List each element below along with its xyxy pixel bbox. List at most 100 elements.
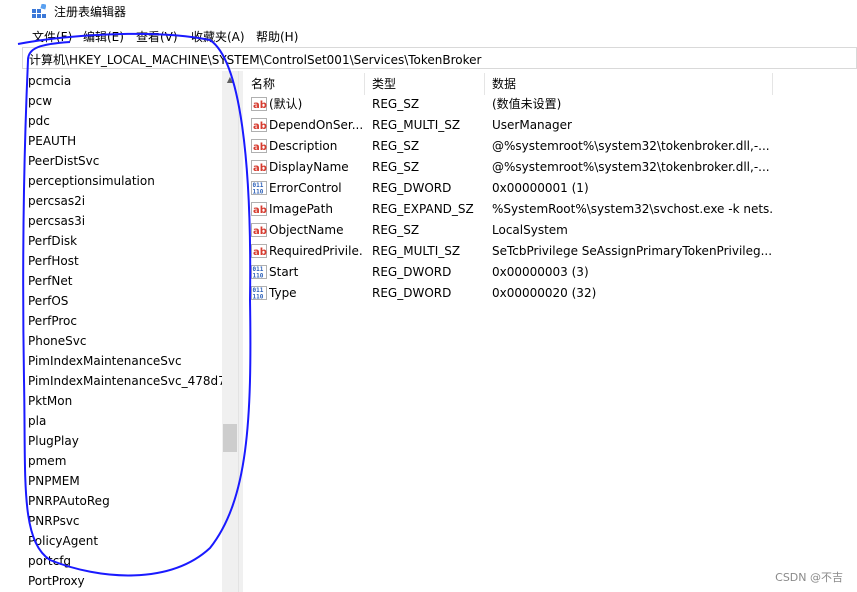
tree-item[interactable]: perceptionsimulation [28, 171, 155, 191]
svg-text:ab: ab [253, 121, 267, 132]
value-data: 0x00000003 (3) [492, 265, 589, 279]
binary-value-icon: 011110 [251, 265, 267, 279]
value-data: 0x00000020 (32) [492, 286, 597, 300]
value-name: ErrorControl [269, 181, 342, 195]
value-data: (数值未设置) [492, 97, 562, 111]
string-value-icon: ab [251, 244, 267, 258]
tree-item[interactable]: PortProxy [28, 571, 85, 591]
value-type: REG_DWORD [372, 181, 452, 195]
tree-item[interactable]: PimIndexMaintenanceSvc [28, 351, 182, 371]
svg-text:110: 110 [253, 189, 264, 196]
window-title: 注册表编辑器 [54, 5, 127, 19]
value-data: UserManager [492, 118, 572, 132]
tree-item[interactable]: PerfDisk [28, 231, 77, 251]
table-row[interactable]: 011 110 Start REG_DWORD 0x00000003 (3) [243, 262, 857, 283]
value-name: DisplayName [269, 160, 349, 174]
binary-value-icon: 011110 [251, 181, 267, 195]
string-value-icon: ab [251, 223, 267, 237]
value-type: REG_SZ [372, 97, 420, 111]
value-name: RequiredPrivile... [269, 244, 363, 258]
svg-text:ab: ab [253, 205, 267, 216]
table-row[interactable]: ab DependOnSer... REG_MULTI_SZ UserManag… [243, 115, 857, 136]
key-tree: pcmcia pcw pdc PEAUTH PeerDistSvc percep… [22, 71, 238, 592]
tree-item[interactable]: PNRPsvc [28, 511, 80, 531]
string-value-icon: ab [251, 118, 267, 132]
tree-scrollbar[interactable]: ▲ [222, 71, 238, 592]
value-type: REG_DWORD [372, 286, 452, 300]
string-value-icon: ab [251, 202, 267, 216]
watermark: CSDN @不吉 [775, 571, 843, 584]
tree-item[interactable]: PNRPAutoReg [28, 491, 110, 511]
menu-help[interactable]: 帮助(H) [256, 28, 298, 45]
column-divider[interactable] [484, 73, 485, 95]
column-divider[interactable] [772, 73, 773, 95]
svg-text:ab: ab [253, 142, 267, 153]
table-row[interactable]: ab Description REG_SZ @%systemroot%\syst… [243, 136, 857, 157]
scroll-thumb[interactable] [223, 424, 237, 452]
svg-text:ab: ab [253, 247, 267, 258]
binary-value-icon: 011110 [251, 286, 267, 300]
table-row[interactable]: ab DisplayName REG_SZ @%systemroot%\syst… [243, 157, 857, 178]
value-name: ImagePath [269, 202, 333, 216]
value-type: REG_DWORD [372, 265, 452, 279]
address-bar[interactable]: 计算机\HKEY_LOCAL_MACHINE\SYSTEM\ControlSet… [22, 47, 857, 69]
tree-item[interactable]: pdc [28, 111, 50, 131]
tree-item[interactable]: portcfg [28, 551, 71, 571]
tree-item[interactable]: PhoneSvc [28, 331, 87, 351]
value-type: REG_MULTI_SZ [372, 118, 461, 132]
tree-item[interactable]: PerfOS [28, 291, 68, 311]
menu-file[interactable]: 文件(F) [32, 28, 72, 45]
tree-item[interactable]: percsas3i [28, 211, 85, 231]
tree-item[interactable]: PerfNet [28, 271, 72, 291]
table-row[interactable]: ab ObjectName REG_SZ LocalSystem [243, 220, 857, 241]
address-path[interactable]: 计算机\HKEY_LOCAL_MACHINE\SYSTEM\ControlSet… [29, 51, 482, 68]
tree-item[interactable]: PNPMEM [28, 471, 80, 491]
tree-item[interactable]: PlugPlay [28, 431, 79, 451]
table-row[interactable]: ab RequiredPrivile... REG_MULTI_SZ SeTcb… [243, 241, 857, 262]
svg-text:ab: ab [253, 100, 267, 111]
scroll-up-arrow-icon[interactable]: ▲ [222, 71, 238, 88]
svg-text:ab: ab [253, 226, 267, 237]
tree-item[interactable]: PktMon [28, 391, 72, 411]
string-value-icon: ab [251, 160, 267, 174]
value-name: Start [269, 265, 299, 279]
table-row[interactable]: 011 110 Type REG_DWORD 0x00000020 (32) [243, 283, 857, 304]
column-divider[interactable] [364, 73, 365, 95]
tree-item[interactable]: pmem [28, 451, 66, 471]
value-name: Description [269, 139, 338, 153]
title-bar: 注册表编辑器 [0, 0, 857, 22]
registry-editor-icon [32, 4, 46, 18]
tree-item[interactable]: pla [28, 411, 46, 431]
tree-item[interactable]: pcw [28, 91, 52, 111]
table-row[interactable]: ab ImagePath REG_EXPAND_SZ %SystemRoot%\… [243, 199, 857, 220]
menu-bar: 文件(F) 编辑(E) 查看(V) 收藏夹(A) 帮助(H) [0, 24, 857, 46]
menu-edit[interactable]: 编辑(E) [83, 28, 124, 45]
tree-item[interactable]: PEAUTH [28, 131, 76, 151]
tree-item[interactable]: PimIndexMaintenanceSvc_478d7 [28, 371, 226, 391]
value-type: REG_SZ [372, 139, 420, 153]
tree-item[interactable]: pcmcia [28, 71, 71, 91]
menu-favorites[interactable]: 收藏夹(A) [191, 28, 245, 45]
tree-item[interactable]: PerfHost [28, 251, 79, 271]
column-header-type[interactable]: 类型 [372, 74, 396, 94]
tree-item[interactable]: PeerDistSvc [28, 151, 99, 171]
column-header-name[interactable]: 名称 [251, 74, 275, 94]
values-list: 名称 类型 数据 ab (默认) REG_SZ (数值未设置) ab Depen… [243, 71, 857, 592]
tree-item[interactable]: PerfProc [28, 311, 77, 331]
svg-text:110: 110 [253, 294, 264, 301]
tree-item[interactable]: percsas2i [28, 191, 85, 211]
value-name: Type [269, 286, 297, 300]
column-header-data[interactable]: 数据 [492, 74, 516, 94]
value-data: @%systemroot%\system32\tokenbroker.dll,-… [492, 139, 770, 153]
value-name: (默认) [269, 97, 303, 111]
table-row[interactable]: 011 110 ErrorControl REG_DWORD 0x00000001… [243, 178, 857, 199]
svg-text:110: 110 [253, 273, 264, 280]
table-row[interactable]: ab (默认) REG_SZ (数值未设置) [243, 94, 857, 115]
menu-view[interactable]: 查看(V) [136, 28, 178, 45]
value-name: DependOnSer... [269, 118, 363, 132]
tree-item[interactable]: PolicyAgent [28, 531, 98, 551]
string-value-icon: ab [251, 139, 267, 153]
value-data: SeTcbPrivilege SeAssignPrimaryTokenPrivi… [492, 244, 772, 258]
svg-text:ab: ab [253, 163, 267, 174]
value-type: REG_EXPAND_SZ [372, 202, 474, 216]
